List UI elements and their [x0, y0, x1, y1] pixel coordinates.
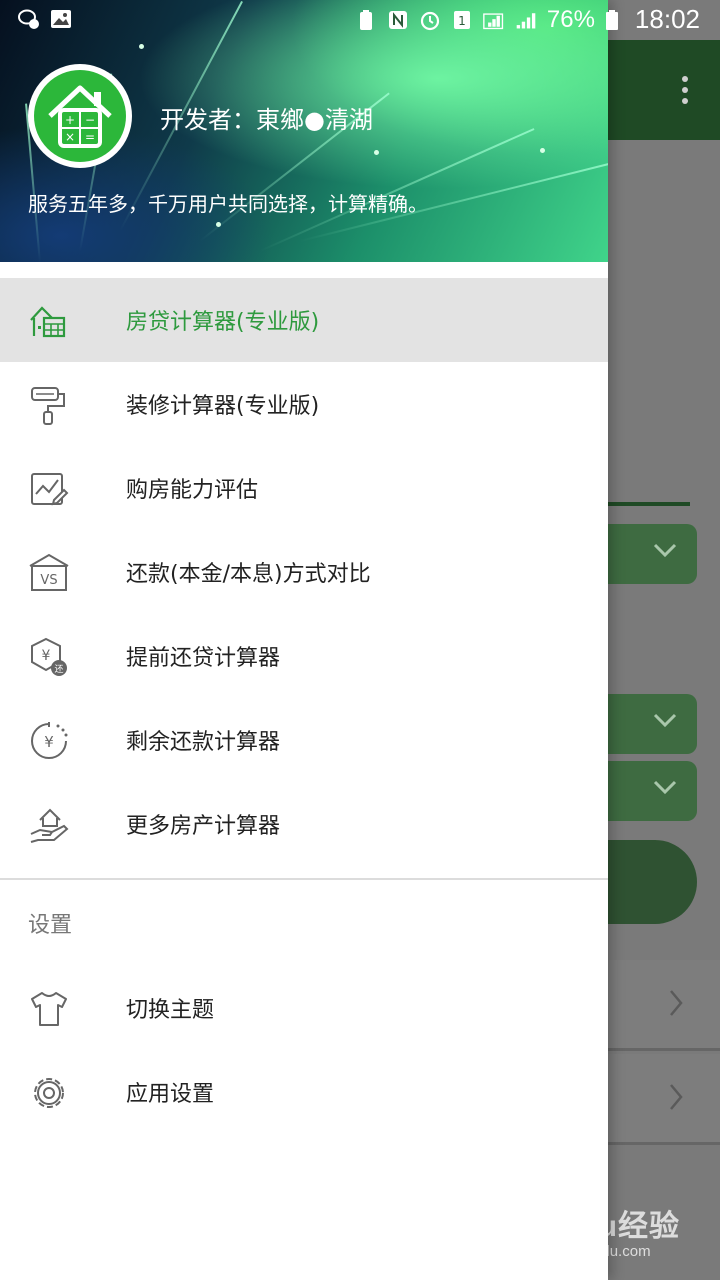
menu-item-label: 购房能力评估: [126, 478, 259, 503]
svg-text:=: =: [85, 130, 95, 144]
menu-item-label: 提前还贷计算器: [126, 646, 281, 671]
menu-item-affordability[interactable]: 购房能力评估: [0, 446, 608, 530]
menu-item-remaining-repayment[interactable]: ¥ 剩余还款计算器: [0, 698, 608, 782]
wechat-icon: [18, 9, 39, 29]
battery-icon: [605, 9, 618, 30]
chevron-down-icon: [653, 780, 677, 795]
yuan-repay-icon: ¥ 还: [31, 637, 67, 676]
developer-label: 开发者：東鄉●清湖: [160, 106, 373, 134]
menu-item-label: 剩余还款计算器: [126, 730, 281, 755]
navigation-drawer: + − × = 开发者：東鄉●清湖 服务五年多，千万用户共同选择，计算精确。 房…: [0, 0, 608, 1280]
chevron-down-icon: [653, 543, 677, 558]
image-icon: [51, 10, 71, 28]
svg-text:还: 还: [54, 663, 63, 675]
list-row[interactable]: [600, 960, 720, 1051]
svg-text:−: −: [85, 113, 95, 127]
more-options-icon[interactable]: [682, 76, 690, 109]
chevron-down-icon: [653, 713, 677, 728]
svg-text:VS: VS: [40, 573, 57, 588]
battery-saver-icon: [359, 9, 372, 30]
alarm-icon: [420, 11, 439, 30]
menu-item-early-repayment[interactable]: ¥ 还 提前还贷计算器: [0, 614, 608, 698]
menu-item-label: 还款(本金/本息)方式对比: [126, 562, 371, 587]
vs-house-icon: VS: [29, 553, 69, 591]
nfc-icon: [388, 10, 407, 29]
gear-icon: [34, 1078, 64, 1108]
menu-item-mortgage-calculator[interactable]: 房贷计算器(专业版): [0, 278, 608, 362]
hand-house-icon: [30, 808, 69, 843]
menu-item-label: 切换主题: [126, 998, 215, 1023]
house-calculator-icon: [30, 306, 66, 338]
house-calculator-logo-icon: + − × =: [48, 85, 112, 148]
settings-section-title: 设置: [28, 913, 73, 938]
menu-item-renovation-calculator[interactable]: 装修计算器(专业版): [0, 362, 608, 446]
app-avatar[interactable]: + − × =: [28, 64, 132, 168]
svg-text:+: +: [65, 113, 75, 127]
menu-item-label: 应用设置: [126, 1082, 215, 1107]
menu-item-label: 更多房产计算器: [126, 814, 281, 839]
menu-item-repayment-compare[interactable]: VS 还款(本金/本息)方式对比: [0, 530, 608, 614]
sim1-icon: 1: [453, 10, 470, 29]
svg-text:×: ×: [65, 130, 75, 144]
chevron-right-icon: [670, 990, 683, 1016]
signal-e-icon: [483, 12, 504, 29]
app-description: 服务五年多，千万用户共同选择，计算精确。: [28, 192, 428, 216]
menu-item-switch-theme[interactable]: 切换主题: [0, 966, 608, 1050]
battery-percent: 76%: [546, 5, 595, 33]
tab-indicator: [600, 502, 690, 506]
menu-item-label: 装修计算器(专业版): [126, 394, 320, 419]
paint-roller-icon: [31, 387, 65, 425]
menu-item-more-calculators[interactable]: 更多房产计算器: [0, 782, 608, 866]
svg-text:¥: ¥: [42, 648, 51, 664]
signal-4g-icon: [516, 12, 536, 28]
svg-text:1: 1: [458, 14, 466, 28]
menu-item-label: 房贷计算器(专业版): [126, 310, 320, 335]
chart-edit-icon: [31, 473, 69, 506]
svg-text:¥: ¥: [44, 733, 54, 751]
tshirt-icon: [31, 992, 67, 1026]
menu-item-app-settings[interactable]: 应用设置: [0, 1050, 608, 1134]
clock: 18:02: [634, 4, 700, 34]
list-row[interactable]: [600, 1054, 720, 1145]
drawer-menu: 房贷计算器(专业版) 装修计算器(专业版) 购房能力评估 VS 还款(本金/本息…: [0, 278, 608, 1134]
status-bar: 1 76% 18:02: [0, 0, 720, 40]
yuan-timer-icon: ¥: [31, 722, 68, 759]
chevron-right-icon: [670, 1084, 683, 1110]
